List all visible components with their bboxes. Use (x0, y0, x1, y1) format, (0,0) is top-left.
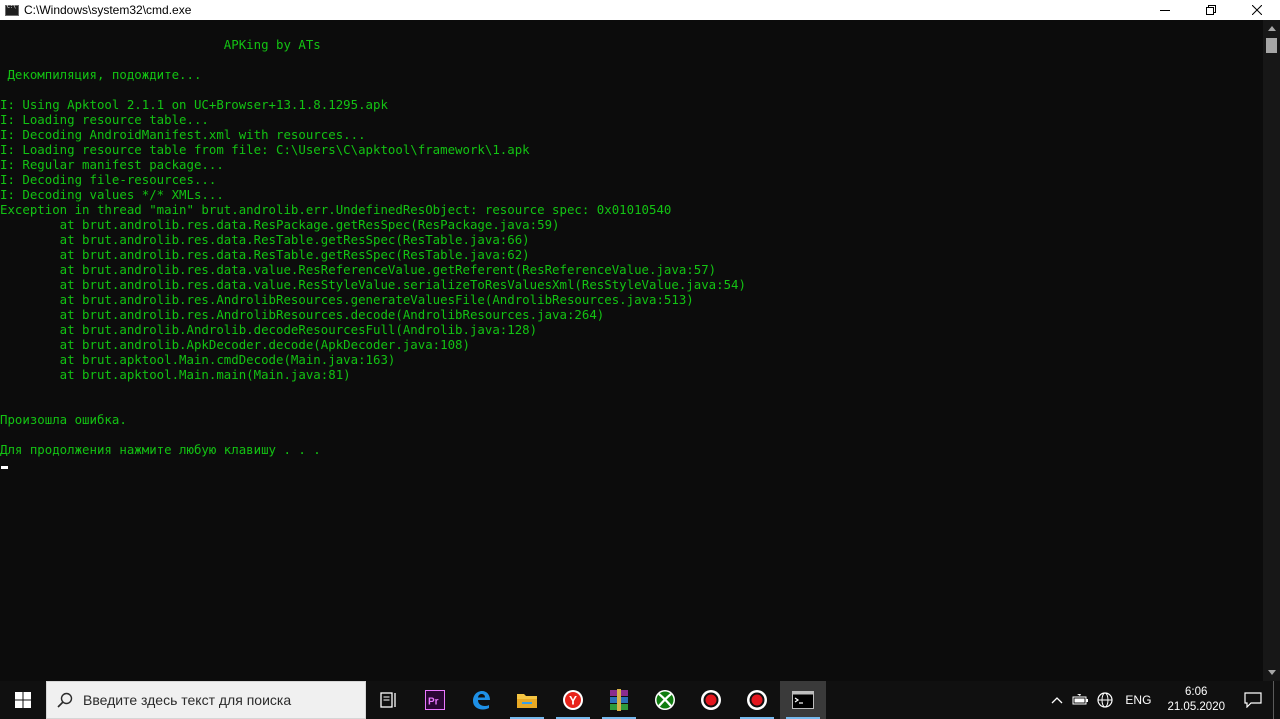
console-line: at brut.androlib.res.data.ResTable.getRe… (0, 247, 530, 262)
edge-icon (473, 691, 490, 710)
winrar-button[interactable] (596, 681, 642, 719)
console-line: APKing by ATs (0, 37, 321, 52)
console-line: Exception in thread "main" brut.androlib… (0, 202, 672, 217)
start-button[interactable] (0, 681, 46, 719)
clock-time: 6:06 (1185, 686, 1208, 698)
console-line: I: Using Apktool 2.1.1 on UC+Browser+13.… (0, 97, 388, 112)
text-cursor (1, 466, 8, 469)
window-controls (1142, 0, 1280, 20)
chevron-up-icon (1267, 26, 1276, 31)
console-line: at brut.androlib.res.data.value.ResRefer… (0, 262, 717, 277)
file-explorer-button[interactable] (504, 681, 550, 719)
console-line: at brut.apktool.Main.cmdDecode(Main.java… (0, 352, 396, 367)
console-output[interactable]: APKing by ATs Декомпиляция, подождите...… (0, 20, 1262, 681)
console-line: at brut.apktool.Main.main(Main.java:81) (0, 367, 351, 382)
search-icon (57, 692, 73, 708)
globe-icon (1097, 692, 1114, 708)
chevron-down-icon (1267, 670, 1276, 675)
console-line: at brut.androlib.res.data.ResPackage.get… (0, 217, 560, 232)
console-line: I: Regular manifest package... (0, 157, 224, 172)
window-title: C:\Windows\system32\cmd.exe (24, 3, 192, 17)
network-button[interactable] (1093, 681, 1117, 719)
input-language-indicator[interactable]: ENG (1117, 693, 1159, 707)
title-bar[interactable]: C:\Windows\system32\cmd.exe (0, 0, 1280, 20)
notification-icon (1244, 692, 1262, 708)
chevron-up-icon (1051, 697, 1063, 704)
console-line: at brut.androlib.ApkDecoder.decode(ApkDe… (0, 337, 470, 352)
battery-icon (1072, 694, 1089, 705)
show-hidden-icons-button[interactable] (1045, 681, 1069, 719)
battery-button[interactable] (1069, 681, 1093, 719)
restore-icon (1206, 5, 1216, 15)
close-icon (1252, 5, 1262, 15)
yandex-browser-label: Y (569, 694, 577, 708)
edge-button[interactable] (458, 681, 504, 719)
console-line: I: Decoding AndroidManifest.xml with res… (0, 127, 366, 142)
cmd-icon (792, 691, 814, 709)
taskbar: Введите здесь текст для поиска Pr Y ENG … (0, 681, 1280, 719)
premiere-pro-button[interactable]: Pr (412, 681, 458, 719)
console-line: Для продолжения нажмите любую клавишу . … (0, 442, 321, 457)
screen-recorder-icon (701, 690, 721, 710)
cmd-window: C:\Windows\system32\cmd.exe (0, 0, 1280, 681)
scroll-thumb[interactable] (1266, 38, 1277, 53)
console-line: I: Decoding file-resources... (0, 172, 217, 187)
console-line: at brut.androlib.Androlib.decodeResource… (0, 322, 538, 337)
yandex-browser-icon: Y (563, 690, 583, 710)
screen-recorder-button[interactable] (688, 681, 734, 719)
record-button[interactable] (734, 681, 780, 719)
show-desktop-button[interactable] (1273, 681, 1280, 719)
scroll-down-button[interactable] (1263, 664, 1280, 681)
action-center-button[interactable] (1233, 681, 1273, 719)
restore-button[interactable] (1188, 0, 1234, 20)
clock[interactable]: 6:06 21.05.2020 (1159, 685, 1233, 715)
windows-logo-icon (15, 692, 31, 708)
system-tray: ENG 6:06 21.05.2020 (1045, 681, 1280, 719)
minimize-button[interactable] (1142, 0, 1188, 20)
xbox-icon (655, 690, 675, 710)
premiere-pro-label: Pr (428, 697, 439, 708)
yandex-browser-button[interactable]: Y (550, 681, 596, 719)
clock-date: 21.05.2020 (1167, 701, 1225, 713)
scroll-up-button[interactable] (1263, 20, 1280, 37)
vertical-scrollbar[interactable] (1263, 20, 1280, 681)
taskbar-search-box[interactable]: Введите здесь текст для поиска (46, 681, 366, 719)
search-placeholder: Введите здесь текст для поиска (83, 692, 292, 708)
xbox-button[interactable] (642, 681, 688, 719)
console-line: I: Decoding values */* XMLs... (0, 187, 224, 202)
cmd-window-icon[interactable] (5, 4, 19, 16)
console-line: Произошла ошибка. (0, 412, 127, 427)
console-line: I: Loading resource table from file: C:\… (0, 142, 530, 157)
console-line: Декомпиляция, подождите... (0, 67, 202, 82)
console-line: at brut.androlib.res.data.ResTable.getRe… (0, 232, 530, 247)
console-line: at brut.androlib.res.data.value.ResStyle… (0, 277, 746, 292)
record-icon (747, 690, 767, 710)
task-view-button[interactable] (366, 681, 412, 719)
task-view-icon (380, 692, 396, 708)
file-explorer-icon (517, 694, 537, 708)
premiere-pro-icon: Pr (425, 690, 445, 710)
console-line: I: Loading resource table... (0, 112, 209, 127)
close-button[interactable] (1234, 0, 1280, 20)
winrar-icon (610, 689, 628, 711)
console-line: at brut.androlib.res.AndrolibResources.g… (0, 292, 694, 307)
minimize-icon (1160, 10, 1170, 11)
console-line: at brut.androlib.res.AndrolibResources.d… (0, 307, 605, 322)
cmd-button[interactable] (780, 681, 826, 719)
